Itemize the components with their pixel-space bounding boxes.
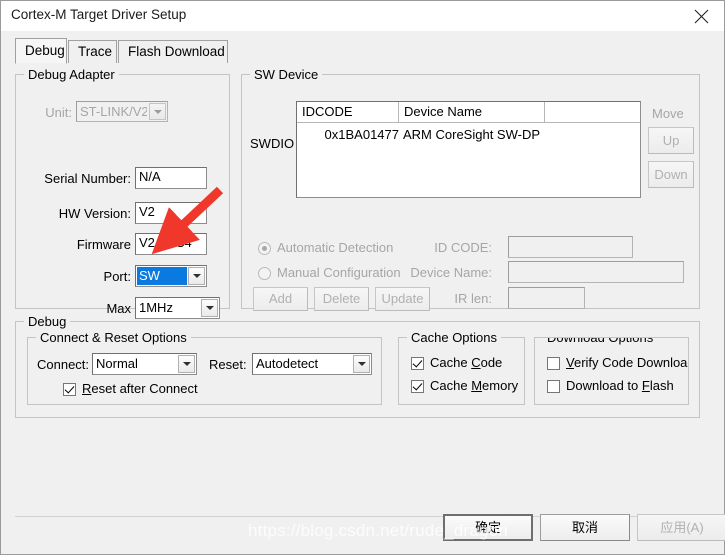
radio-manual-configuration-label: Manual Configuration (277, 265, 401, 280)
reset-combo[interactable]: Autodetect (252, 353, 372, 375)
label-suffix: eset after Connect (91, 381, 198, 396)
max-combo-value: 1MHz (139, 300, 173, 315)
chevron-down-icon[interactable] (353, 355, 370, 373)
move-down-button[interactable]: Down (648, 161, 694, 188)
port-label: Port: (103, 269, 131, 284)
unit-label: Unit: (45, 105, 72, 120)
group-download-options-legend: Download Options (543, 338, 658, 345)
label-suffix: emory (482, 378, 519, 393)
chevron-down-icon[interactable] (178, 355, 195, 373)
firmware-label: Firmware (76, 237, 131, 252)
accel-letter: F (641, 378, 650, 393)
max-combo[interactable]: 1MHz (135, 297, 220, 319)
reset-combo-value: Autodetect (256, 356, 319, 371)
device-list-header: IDCODE Device Name (297, 102, 640, 123)
accel-letter: V (566, 355, 574, 370)
connect-combo[interactable]: Normal (92, 353, 197, 375)
checkbox-icon-unchecked (547, 357, 560, 370)
accel-letter: C (471, 355, 481, 370)
column-header-extra[interactable] (545, 102, 640, 122)
hw-version-label: HW Version: (58, 206, 131, 221)
label-suffix: erify Code Download (573, 355, 689, 370)
checkbox-icon-checked (411, 357, 424, 370)
group-cache-options-legend: Cache Options (407, 330, 501, 345)
id-code-field[interactable] (508, 236, 633, 258)
tab-trace[interactable]: Trace (68, 40, 117, 63)
checkbox-reset-after-connect-label: Reset after Connect (82, 381, 198, 396)
group-download-options: Download Options Verify Code Download Do… (534, 337, 689, 405)
device-name-label: Device Name: (410, 265, 492, 280)
radio-icon-unselected (258, 267, 271, 280)
dialog-window: Cortex-M Target Driver Setup Debug Trace… (0, 0, 725, 555)
group-sw-device-legend: SW Device (250, 67, 323, 82)
hw-version-field[interactable]: V2 (135, 202, 207, 224)
add-button[interactable]: Add (253, 287, 308, 311)
dialog-client-area: Debug Trace Flash Download Debug Adapter… (2, 31, 725, 553)
serial-number-field[interactable]: N/A (135, 167, 207, 189)
connect-combo-value: Normal (96, 356, 138, 371)
device-name-field[interactable] (508, 261, 684, 283)
column-header-idcode[interactable]: IDCODE (297, 102, 399, 122)
accel-letter: R (82, 381, 92, 396)
port-combo-value: SW (139, 268, 160, 283)
group-debug-adapter-legend: Debug Adapter (24, 67, 119, 82)
unit-combo[interactable]: ST-LINK/V2 (76, 101, 168, 122)
connect-label: Connect: (37, 357, 90, 372)
table-row[interactable]: 0x1BA01477 ARM CoreSight SW-DP (297, 125, 640, 145)
cell-device-name: ARM CoreSight SW-DP (403, 127, 541, 142)
title-bar: Cortex-M Target Driver Setup (1, 1, 724, 31)
firmware-field[interactable]: V2J16S4 (135, 233, 207, 255)
checkbox-cache-code-label: Cache Code (430, 355, 502, 370)
group-connect-reset-legend: Connect & Reset Options (36, 330, 191, 345)
move-up-button[interactable]: Up (648, 127, 694, 154)
group-sw-device: SW Device SWDIO IDCODE Device Name 0x1BA… (241, 67, 700, 311)
ir-len-field[interactable] (508, 287, 585, 309)
tab-flash-download[interactable]: Flash Download (118, 40, 228, 63)
move-label: Move (652, 106, 684, 121)
unit-combo-value: ST-LINK/V2 (80, 104, 147, 119)
group-debug-legend: Debug (24, 314, 71, 329)
chevron-down-icon[interactable] (149, 103, 166, 120)
group-connect-reset-options: Connect & Reset Options Connect: Normal … (27, 330, 382, 405)
checkbox-icon-unchecked (547, 380, 560, 393)
chevron-down-icon[interactable] (188, 267, 205, 285)
ok-button[interactable]: 确定 (443, 514, 533, 541)
device-list[interactable]: IDCODE Device Name 0x1BA01477 ARM CoreSi… (296, 101, 641, 198)
serial-number-label: Serial Number: (44, 171, 131, 186)
update-button[interactable]: Update (375, 287, 430, 311)
checkbox-icon-checked (63, 383, 76, 396)
tab-debug[interactable]: Debug (15, 38, 67, 64)
checkbox-download-to-flash-label: Download to Flash (566, 378, 674, 393)
checkbox-icon-checked (411, 380, 424, 393)
delete-button[interactable]: Delete (314, 287, 369, 311)
id-code-label: ID CODE: (434, 240, 492, 255)
group-debug-adapter: Debug Adapter Unit: ST-LINK/V2 Serial Nu… (15, 67, 230, 319)
cell-idcode: 0x1BA01477 (324, 127, 399, 142)
port-combo[interactable]: SW (135, 265, 207, 287)
close-icon[interactable] (679, 1, 724, 31)
checkbox-verify-code-download-label: Verify Code Download (566, 355, 689, 370)
group-debug: Debug Connect & Reset Options Connect: N… (15, 314, 700, 418)
group-cache-options: Cache Options Cache Code Cache Memory (398, 330, 525, 405)
radio-icon-selected (258, 242, 271, 255)
label-prefix: Download to (566, 378, 642, 393)
column-header-device-name[interactable]: Device Name (399, 102, 545, 122)
label-suffix: ode (480, 355, 503, 370)
checkbox-cache-memory-label: Cache Memory (430, 378, 518, 393)
label-prefix: Cache (430, 378, 472, 393)
reset-label: Reset: (209, 357, 247, 372)
radio-automatic-detection-label: Automatic Detection (277, 240, 394, 255)
chevron-down-icon[interactable] (201, 299, 218, 317)
label-prefix: Cache (430, 355, 472, 370)
label-suffix: lash (649, 378, 674, 393)
apply-button[interactable]: 应用(A) (637, 514, 725, 541)
cancel-button[interactable]: 取消 (540, 514, 630, 541)
window-title: Cortex-M Target Driver Setup (11, 7, 187, 22)
swdio-label: SWDIO (250, 136, 295, 151)
accel-letter: M (471, 378, 483, 393)
